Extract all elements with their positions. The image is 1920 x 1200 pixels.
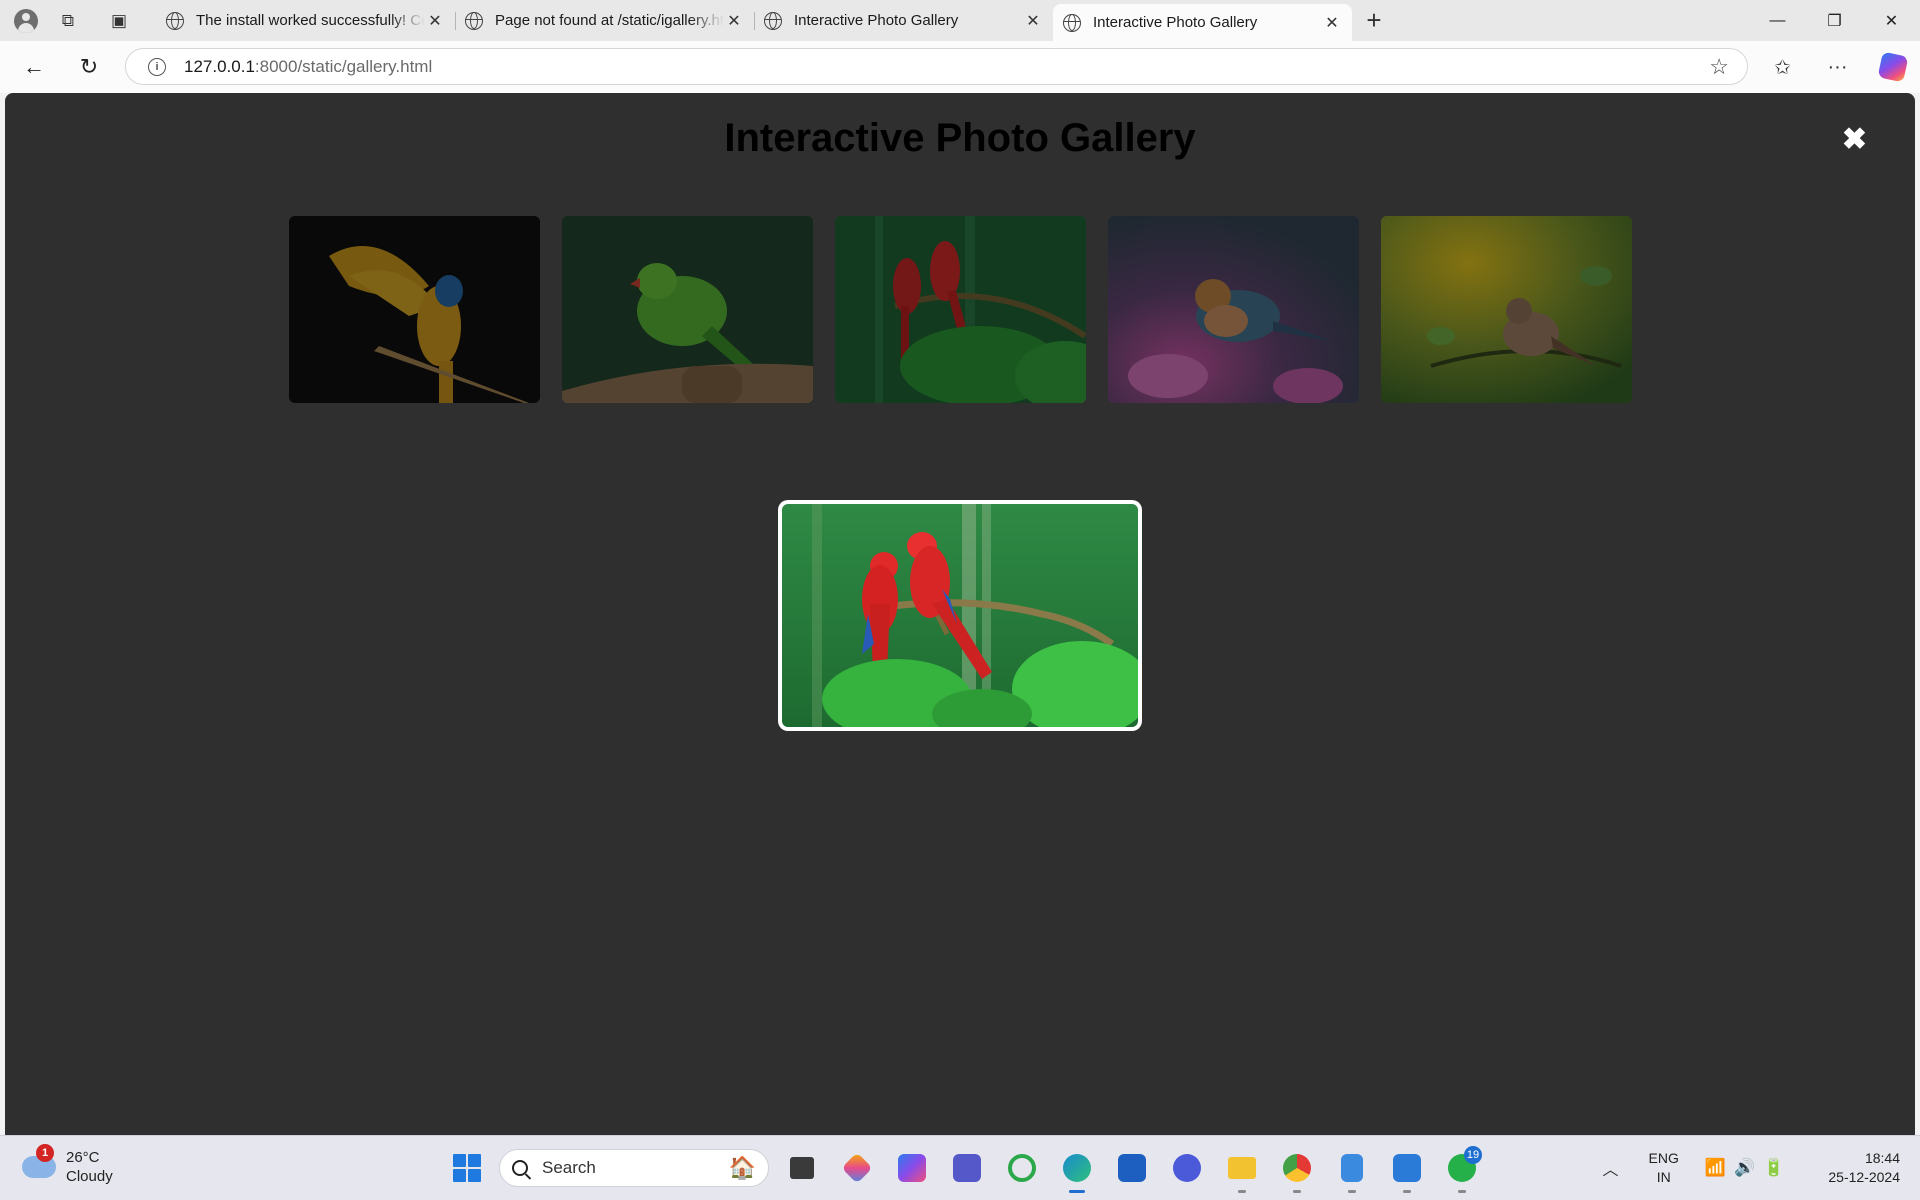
- tab-close-icon[interactable]: ✕: [1322, 13, 1342, 33]
- favorites-icon[interactable]: ✩: [1755, 47, 1810, 87]
- weather-description: Cloudy: [66, 1168, 113, 1185]
- copilot-app-icon[interactable]: [889, 1146, 934, 1190]
- widgets-app-icon[interactable]: [834, 1146, 879, 1190]
- browser-tab-active[interactable]: Interactive Photo Gallery ✕: [1053, 4, 1352, 41]
- page-title: Interactive Photo Gallery: [724, 116, 1196, 160]
- favorite-star-icon[interactable]: ☆: [1709, 54, 1729, 80]
- browser-toolbar: ← ↻ i 127.0.0.1:8000/static/gallery.html…: [0, 41, 1920, 93]
- url-text[interactable]: 127.0.0.1:8000/static/gallery.html: [184, 57, 432, 77]
- region-code: IN: [1656, 1169, 1671, 1185]
- tab-title: Interactive Photo Gallery: [1093, 14, 1258, 31]
- weather-badge: 1: [36, 1144, 54, 1162]
- vpn-app-icon[interactable]: [1164, 1146, 1209, 1190]
- globe-icon: [465, 11, 483, 30]
- back-arrow-icon[interactable]: ←: [14, 47, 54, 87]
- clock-time: 18:44: [1864, 1150, 1900, 1166]
- chrome-icon[interactable]: [1274, 1146, 1319, 1193]
- windows-taskbar: 1 26°C Cloudy Search 🏠 19 ︿ ENG IN 📶🔊🔋 1…: [0, 1135, 1920, 1200]
- tab-title: Interactive Photo Gallery: [794, 12, 959, 29]
- gallery-thumbnail[interactable]: [562, 216, 813, 403]
- copilot-button[interactable]: [1865, 47, 1920, 87]
- gallery-thumbnail[interactable]: [835, 216, 1086, 403]
- more-options-icon[interactable]: ···: [1810, 47, 1865, 87]
- tab-close-icon[interactable]: ✕: [425, 11, 445, 31]
- task-view-icon[interactable]: [779, 1146, 824, 1190]
- clock-date: 25-12-2024: [1828, 1169, 1900, 1185]
- page-viewport: Interactive Photo Gallery ✖: [5, 93, 1915, 1135]
- scarlet-macaws-large-photo: [782, 504, 1138, 727]
- start-button[interactable]: [445, 1146, 489, 1190]
- system-tray-icons[interactable]: 📶🔊🔋: [1705, 1158, 1793, 1178]
- gallery-thumbnail[interactable]: [1108, 216, 1359, 403]
- battery-icon: 🔋: [1763, 1158, 1793, 1177]
- wifi-icon: 📶: [1704, 1158, 1735, 1177]
- close-icon[interactable]: ✖: [1842, 125, 1867, 155]
- whatsapp-icon[interactable]: 19: [1439, 1146, 1484, 1193]
- tab-title: The install worked successfully! Congrat…: [196, 12, 425, 29]
- clock[interactable]: 18:44 25-12-2024: [1828, 1149, 1900, 1187]
- globe-icon: [1063, 13, 1081, 32]
- edge-browser-icon[interactable]: [1054, 1146, 1099, 1193]
- tab-close-icon[interactable]: ✕: [724, 11, 744, 31]
- new-tab-button[interactable]: +: [1354, 4, 1394, 38]
- notepad-icon[interactable]: [1329, 1146, 1374, 1193]
- address-bar[interactable]: i 127.0.0.1:8000/static/gallery.html ☆: [125, 48, 1748, 85]
- browser-tab[interactable]: The install worked successfully! Congrat…: [156, 4, 455, 37]
- copilot-icon: [1877, 51, 1908, 83]
- restore-icon[interactable]: ❐: [1806, 0, 1863, 41]
- volume-icon: 🔊: [1734, 1158, 1764, 1177]
- browser-tab[interactable]: Interactive Photo Gallery ✕: [754, 4, 1053, 37]
- thumbnail-dim-overlay: [289, 216, 540, 403]
- lightbox-image-frame[interactable]: [778, 500, 1142, 731]
- circle-app-icon[interactable]: [999, 1146, 1044, 1190]
- browser-tab[interactable]: Page not found at /static/igallery.html …: [455, 4, 754, 37]
- weather-temperature: 26°C: [66, 1149, 100, 1166]
- teams-icon[interactable]: [944, 1146, 989, 1190]
- lightbox-image: [782, 504, 1138, 727]
- taskbar-search[interactable]: Search 🏠: [499, 1149, 769, 1187]
- file-explorer-icon[interactable]: [1219, 1146, 1264, 1193]
- cloud-icon: 1: [22, 1144, 56, 1178]
- globe-icon: [166, 11, 184, 30]
- site-info-icon[interactable]: i: [148, 57, 166, 76]
- windows-icon: [453, 1154, 481, 1182]
- vertical-tabs-icon[interactable]: ▣: [102, 4, 136, 38]
- whatsapp-badge: 19: [1464, 1146, 1482, 1164]
- thumbnail-dim-overlay: [1108, 216, 1359, 403]
- tray-overflow-chevron-icon[interactable]: ︿: [1603, 1156, 1619, 1180]
- profile-button[interactable]: [9, 4, 43, 38]
- browser-tab-bar: ⧉ ▣ The install worked successfully! Con…: [0, 0, 1920, 41]
- tab-close-icon[interactable]: ✕: [1023, 11, 1043, 31]
- thumbnail-dim-overlay: [562, 216, 813, 403]
- weather-widget[interactable]: 1 26°C Cloudy: [22, 1144, 113, 1186]
- thumbnail-dim-overlay: [835, 216, 1086, 403]
- refresh-icon[interactable]: ↻: [69, 47, 109, 87]
- search-label: Search: [542, 1158, 596, 1177]
- workspaces-icon[interactable]: ⧉: [51, 4, 85, 38]
- tab-title: Page not found at /static/igallery.html: [495, 12, 724, 29]
- vscode-icon[interactable]: [1384, 1146, 1429, 1193]
- globe-icon: [764, 11, 782, 30]
- search-icon: [512, 1160, 528, 1176]
- language-indicator[interactable]: ENG IN: [1649, 1149, 1679, 1187]
- gallery-thumbnail[interactable]: [1381, 216, 1632, 403]
- close-window-icon[interactable]: ✕: [1863, 0, 1920, 41]
- thumbnail-strip: [289, 216, 1632, 403]
- lang-code: ENG: [1648, 1150, 1679, 1166]
- minimize-icon[interactable]: —: [1749, 0, 1806, 41]
- gallery-thumbnail[interactable]: [289, 216, 540, 403]
- profile-icon: [14, 8, 38, 33]
- store-icon[interactable]: [1109, 1146, 1154, 1190]
- search-highlight-icon: 🏠: [728, 1155, 756, 1180]
- thumbnail-dim-overlay: [1381, 216, 1632, 403]
